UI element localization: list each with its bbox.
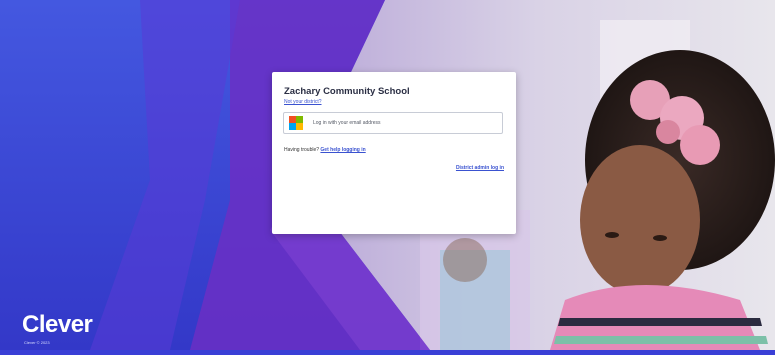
login-card: Zachary Community School Not your distri… (272, 72, 516, 234)
district-name: Zachary Community School (284, 86, 410, 97)
district-admin-login-link[interactable]: District admin log in (456, 165, 504, 171)
help-row: Having trouble? Get help logging in (284, 147, 366, 153)
copyright-text: Clever © 2023 (24, 340, 50, 345)
microsoft-login-button[interactable]: Log in with your email address (283, 112, 503, 134)
trouble-text: Having trouble? (284, 147, 320, 153)
clever-logo: Clever (22, 311, 93, 338)
microsoft-login-label: Log in with your email address (313, 120, 381, 126)
not-your-district-link[interactable]: Not your district? (284, 99, 322, 105)
get-help-link[interactable]: Get help logging in (320, 147, 365, 153)
microsoft-logo-icon (289, 116, 303, 130)
